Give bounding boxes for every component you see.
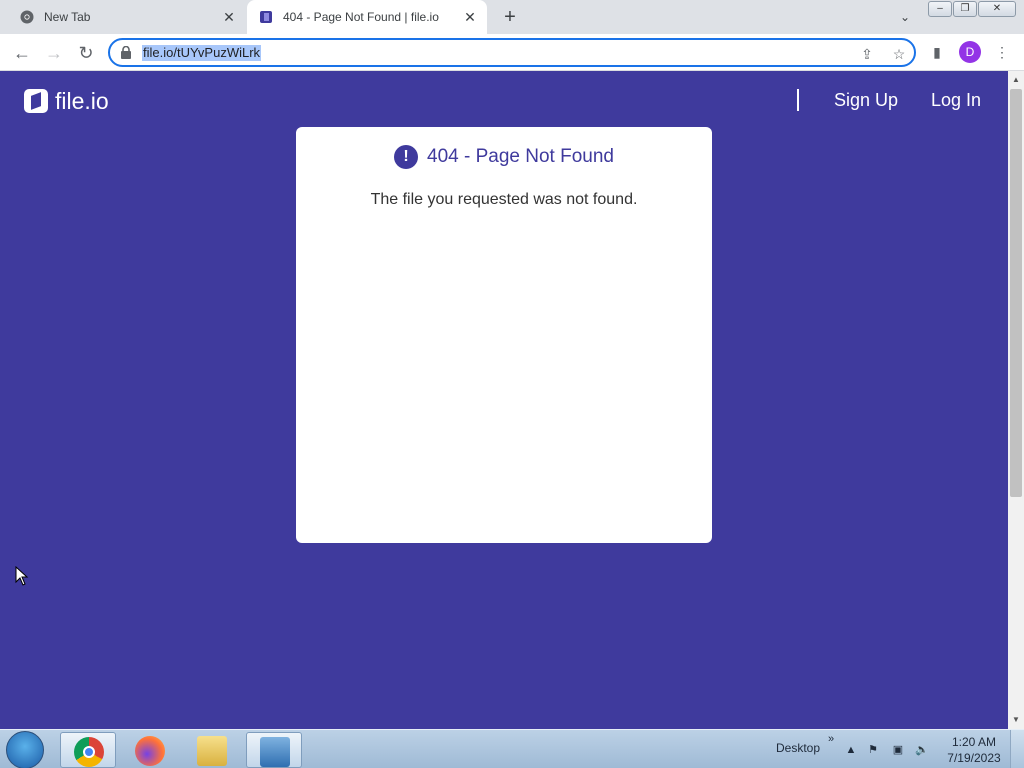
scroll-down-icon[interactable]: ▼ xyxy=(1008,713,1024,727)
logo-mark-icon xyxy=(24,89,48,113)
taskbar-control-panel[interactable] xyxy=(246,732,302,768)
lock-icon xyxy=(121,46,131,59)
tab-new-tab[interactable]: New Tab ✕ xyxy=(8,0,246,34)
tab-title: New Tab xyxy=(44,10,91,24)
toolbar-chevron-icon[interactable]: » xyxy=(824,732,838,746)
error-title: 404 - Page Not Found xyxy=(427,146,614,167)
taskbar-chrome[interactable] xyxy=(60,732,116,768)
error-message: The file you requested was not found. xyxy=(370,191,638,208)
start-button-icon[interactable] xyxy=(6,731,44,768)
restore-button[interactable]: ❐ xyxy=(953,1,977,17)
reload-icon[interactable]: ↻ xyxy=(74,41,98,65)
page-content: file.io Sign Up Log In ! 404 - Page Not … xyxy=(0,71,1008,729)
browser-toolbar: ← → ↻ file.io/tUYvPuzWiLrk ⇪ ☆ ▮ D ⋮ xyxy=(0,34,1024,71)
new-tab-button[interactable]: + xyxy=(499,6,521,28)
taskbar-firefox[interactable] xyxy=(122,732,178,768)
windows-taskbar: Desktop » ▲ ⚑ ▣ 🔈 1:20 AM 7/19/2023 xyxy=(0,729,1024,768)
profile-avatar[interactable]: D xyxy=(959,41,981,63)
menu-icon[interactable]: ⋮ xyxy=(992,42,1012,62)
show-desktop-button[interactable] xyxy=(1010,730,1024,768)
close-window-button[interactable]: ✕ xyxy=(978,1,1016,17)
error-heading: ! 404 - Page Not Found xyxy=(296,145,712,169)
firefox-icon xyxy=(135,736,165,766)
exclamation-icon: ! xyxy=(394,145,419,169)
control-panel-icon xyxy=(260,737,290,767)
minimize-button[interactable]: – xyxy=(928,1,952,17)
share-icon[interactable]: ⇪ xyxy=(858,45,876,63)
tray-expand-icon[interactable]: ▲ xyxy=(844,743,858,757)
desktop-toolbar-label[interactable]: Desktop xyxy=(776,741,820,755)
taskbar-file-explorer[interactable] xyxy=(184,732,240,768)
clock-time: 1:20 AM xyxy=(951,735,997,749)
bookmark-star-icon[interactable]: ☆ xyxy=(890,45,908,63)
chrome-icon xyxy=(74,737,104,767)
network-icon[interactable]: ▣ xyxy=(891,743,905,757)
chrome-icon xyxy=(20,10,34,24)
page-scrollbar[interactable]: ▲ ▼ xyxy=(1008,71,1024,729)
scrollbar-thumb[interactable] xyxy=(1010,89,1022,497)
mouse-cursor-icon xyxy=(15,566,29,586)
back-icon[interactable]: ← xyxy=(10,41,34,65)
clock-date: 7/19/2023 xyxy=(947,751,1001,765)
volume-icon[interactable]: 🔈 xyxy=(915,743,929,757)
action-center-icon[interactable]: ⚑ xyxy=(866,743,880,757)
tab-search-icon[interactable]: ⌄ xyxy=(896,8,914,26)
system-clock[interactable]: 1:20 AM 7/19/2023 xyxy=(944,734,1004,766)
address-bar[interactable]: file.io/tUYvPuzWiLrk ⇪ ☆ xyxy=(108,38,916,67)
nav-divider xyxy=(797,89,799,111)
tab-404-page[interactable]: 404 - Page Not Found | file.io ✕ xyxy=(247,0,487,34)
sign-up-link[interactable]: Sign Up xyxy=(834,88,898,112)
tab-strip: New Tab ✕ 404 - Page Not Found | file.io… xyxy=(0,0,1024,34)
side-panel-icon[interactable]: ▮ xyxy=(927,42,947,62)
close-tab-icon[interactable]: ✕ xyxy=(220,8,238,26)
tab-title: 404 - Page Not Found | file.io xyxy=(283,10,439,24)
address-text[interactable]: file.io/tUYvPuzWiLrk xyxy=(142,45,262,61)
logo-text: file.io xyxy=(55,88,109,114)
close-tab-icon[interactable]: ✕ xyxy=(461,8,479,26)
site-logo[interactable]: file.io xyxy=(24,87,109,115)
log-in-link[interactable]: Log In xyxy=(931,88,981,112)
forward-icon[interactable]: → xyxy=(42,41,66,65)
file-explorer-icon xyxy=(197,736,227,766)
error-card: ! 404 - Page Not Found The file you requ… xyxy=(296,127,712,543)
scroll-up-icon[interactable]: ▲ xyxy=(1008,73,1024,87)
fileio-favicon xyxy=(260,11,272,23)
